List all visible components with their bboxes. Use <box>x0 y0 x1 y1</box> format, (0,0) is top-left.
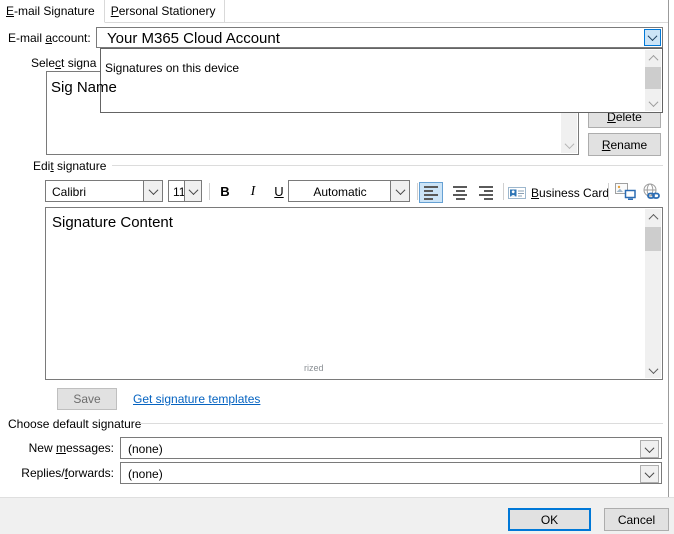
tab-label: -mail Signature <box>14 4 95 18</box>
dropdown-item-signatures-on-device[interactable]: Signatures on this device <box>105 61 239 75</box>
tab-label: ersonal Stationery <box>118 4 216 18</box>
new-messages-label: New messages: <box>28 441 114 455</box>
tab-personal-stationery[interactable]: Personal Stationery <box>104 0 226 23</box>
watermark-text: rized <box>304 363 324 373</box>
get-signature-templates-link[interactable]: Get signature templates <box>133 392 260 406</box>
toolbar-separator <box>608 183 609 200</box>
align-left-icon <box>424 185 438 200</box>
italic-button[interactable]: I <box>242 181 264 202</box>
scroll-up-icon[interactable] <box>645 209 661 225</box>
align-center-button[interactable] <box>448 182 472 203</box>
signature-content-editor[interactable]: Signature Content rized <box>45 207 663 380</box>
ok-button[interactable]: OK <box>508 508 591 531</box>
font-size-combobox[interactable]: 11 <box>168 180 202 202</box>
chevron-down-icon[interactable] <box>143 181 162 201</box>
new-messages-value: (none) <box>128 442 163 456</box>
tab-strip-filler <box>225 0 668 23</box>
save-button[interactable]: Save <box>57 388 117 410</box>
defaults-groupline <box>140 423 663 424</box>
chevron-down-icon[interactable] <box>640 440 659 458</box>
font-name-value: Calibri <box>52 185 87 199</box>
email-account-combobox[interactable]: Your M365 Cloud Account <box>96 27 663 48</box>
signature-list-item[interactable]: Sig Name <box>51 79 117 96</box>
email-account-dropdown-button[interactable] <box>644 29 661 46</box>
align-right-button[interactable] <box>474 182 498 203</box>
choose-default-signature-label: Choose default signature <box>8 417 142 431</box>
insert-hyperlink-button[interactable] <box>639 181 663 203</box>
scroll-up-icon[interactable] <box>645 50 661 66</box>
align-center-icon <box>453 185 467 200</box>
tab-label: P <box>110 4 119 18</box>
chevron-down-icon[interactable] <box>390 181 409 201</box>
bold-button[interactable]: B <box>214 181 236 202</box>
select-signature-label: Select signa <box>31 56 97 70</box>
font-name-combobox[interactable]: Calibri <box>45 180 163 202</box>
account-dropdown-panel: Signatures on this device <box>100 48 663 113</box>
replies-forwards-combobox[interactable]: (none) <box>120 462 662 484</box>
toolbar-separator <box>417 183 418 200</box>
cancel-button[interactable]: Cancel <box>604 508 669 531</box>
chevron-down-icon[interactable] <box>640 465 659 483</box>
edit-signature-label: Edit signature <box>33 159 107 173</box>
email-account-value: Your M365 Cloud Account <box>107 30 280 47</box>
tab-email-signature[interactable]: E-mail Signature <box>0 0 105 23</box>
align-left-button[interactable] <box>419 182 443 203</box>
align-right-icon <box>479 185 493 200</box>
insert-hyperlink-icon <box>643 183 660 199</box>
scroll-down-icon[interactable] <box>645 362 661 378</box>
tab-strip: E-mail Signature Personal Stationery <box>0 0 668 23</box>
tab-label: E <box>6 4 15 18</box>
business-card-button[interactable]: Business Card <box>508 182 609 203</box>
edit-signature-groupline <box>112 165 663 166</box>
scroll-down-icon[interactable] <box>561 137 577 153</box>
new-messages-combobox[interactable]: (none) <box>120 437 662 459</box>
insert-picture-icon <box>614 183 636 200</box>
font-color-value: Automatic <box>313 185 367 199</box>
signature-content-text: Signature Content <box>52 214 173 231</box>
chevron-down-icon <box>647 31 658 42</box>
scrollbar-thumb[interactable] <box>645 227 661 251</box>
email-account-label: E-mail account: <box>8 31 91 45</box>
underline-button[interactable]: U <box>268 181 290 202</box>
business-card-icon <box>508 186 526 199</box>
chevron-down-icon[interactable] <box>184 181 201 201</box>
replies-forwards-value: (none) <box>128 467 163 481</box>
font-color-combobox[interactable]: Automatic <box>288 180 410 202</box>
business-card-label: Business Card <box>531 185 610 200</box>
replies-forwards-label: Replies/forwards: <box>21 466 114 480</box>
editor-scrollbar[interactable] <box>645 209 661 378</box>
dialog-right-border <box>668 0 669 497</box>
rename-button[interactable]: Rename <box>588 133 661 156</box>
scrollbar-thumb[interactable] <box>645 67 661 89</box>
scroll-down-icon[interactable] <box>645 95 661 111</box>
insert-picture-button[interactable] <box>613 181 637 203</box>
signatures-dialog: E-mail Signature Personal Stationery E-m… <box>0 0 674 534</box>
toolbar-separator <box>209 183 210 200</box>
dropdown-scrollbar[interactable] <box>645 50 661 111</box>
toolbar-separator <box>503 183 504 200</box>
